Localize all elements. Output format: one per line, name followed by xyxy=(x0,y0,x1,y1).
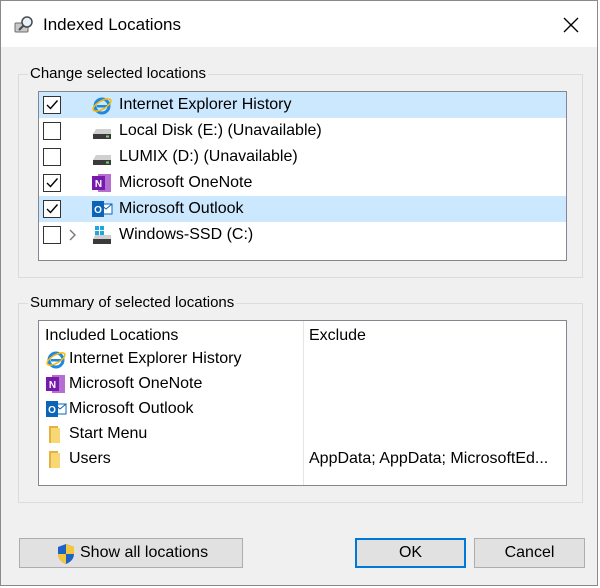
location-checkbox[interactable] xyxy=(43,122,61,140)
onenote-icon: N xyxy=(45,373,67,395)
included-location-label: Start Menu xyxy=(69,425,148,442)
location-label: Local Disk (E:) (Unavailable) xyxy=(119,122,322,139)
location-checkbox[interactable] xyxy=(43,226,61,244)
internet-explorer-icon xyxy=(91,94,113,116)
group-label: Change selected locations xyxy=(28,65,208,82)
summary-list: Included Locations Exclude Internet Expl… xyxy=(38,320,567,486)
location-label: Microsoft OneNote xyxy=(119,174,253,191)
location-label: Windows-SSD (C:) xyxy=(119,226,254,243)
chevron-right-icon[interactable] xyxy=(67,228,79,242)
checkmark-icon xyxy=(46,100,59,110)
drive-icon xyxy=(91,146,113,168)
exclude-value: AppData; AppData; MicrosoftEd... xyxy=(309,450,549,467)
included-location-label: Users xyxy=(69,450,111,467)
column-separator xyxy=(303,321,304,485)
svg-text:N: N xyxy=(49,380,56,391)
checkmark-icon xyxy=(46,204,59,214)
summary-row: O Microsoft Outlook xyxy=(45,397,295,421)
included-location-label: Microsoft Outlook xyxy=(69,400,194,417)
locations-tree[interactable]: Internet Explorer History Local Disk (E:)… xyxy=(38,91,567,261)
summary-row: N Microsoft OneNote xyxy=(45,372,295,396)
close-icon[interactable] xyxy=(559,13,583,37)
drive-icon xyxy=(91,120,113,142)
svg-text:N: N xyxy=(95,179,102,190)
summary-group: Summary of selected locations Included L… xyxy=(18,294,583,503)
folder-icon xyxy=(45,423,67,445)
location-checkbox[interactable] xyxy=(43,200,61,218)
outlook-icon: O xyxy=(91,198,113,220)
ok-button[interactable]: OK xyxy=(355,538,466,568)
exclude-header: Exclude xyxy=(309,327,366,344)
summary-row: Users xyxy=(45,447,295,471)
indexing-icon xyxy=(14,16,33,33)
window-title: Indexed Locations xyxy=(43,15,181,34)
location-label: LUMIX (D:) (Unavailable) xyxy=(119,148,298,165)
location-row[interactable]: Windows-SSD (C:) xyxy=(39,222,566,248)
change-selected-locations-group: Change selected locations Internet Explo… xyxy=(18,65,583,278)
internet-explorer-icon xyxy=(45,348,67,370)
show-all-label: Show all locations xyxy=(80,544,209,561)
included-location-label: Internet Explorer History xyxy=(69,350,242,367)
included-location-label: Microsoft OneNote xyxy=(69,375,203,392)
location-label: Microsoft Outlook xyxy=(119,200,244,217)
indexed-locations-dialog: Indexed Locations Change selected locati… xyxy=(0,0,598,586)
cancel-button[interactable]: Cancel xyxy=(474,538,585,568)
summary-row: Internet Explorer History xyxy=(45,347,295,371)
outlook-icon: O xyxy=(45,398,67,420)
group-label: Summary of selected locations xyxy=(28,294,237,311)
uac-shield-icon xyxy=(58,544,74,564)
location-checkbox[interactable] xyxy=(43,174,61,192)
location-row[interactable]: O Microsoft Outlook xyxy=(39,196,566,222)
title-bar: Indexed Locations xyxy=(1,1,597,47)
system-drive-icon xyxy=(91,224,113,246)
location-checkbox[interactable] xyxy=(43,148,61,166)
location-row[interactable]: N Microsoft OneNote xyxy=(39,170,566,196)
svg-text:O: O xyxy=(48,405,56,416)
location-label: Internet Explorer History xyxy=(119,96,292,113)
location-row[interactable]: Internet Explorer History xyxy=(39,92,566,118)
checkmark-icon xyxy=(46,178,59,188)
summary-row: Start Menu xyxy=(45,422,295,446)
svg-text:O: O xyxy=(94,205,102,216)
included-locations-header: Included Locations xyxy=(45,327,179,344)
location-row[interactable]: LUMIX (D:) (Unavailable) xyxy=(39,144,566,170)
show-all-locations-button[interactable]: Show all locations xyxy=(19,538,243,568)
folder-icon xyxy=(45,448,67,470)
onenote-icon: N xyxy=(91,172,113,194)
location-row[interactable]: Local Disk (E:) (Unavailable) xyxy=(39,118,566,144)
location-checkbox[interactable] xyxy=(43,96,61,114)
